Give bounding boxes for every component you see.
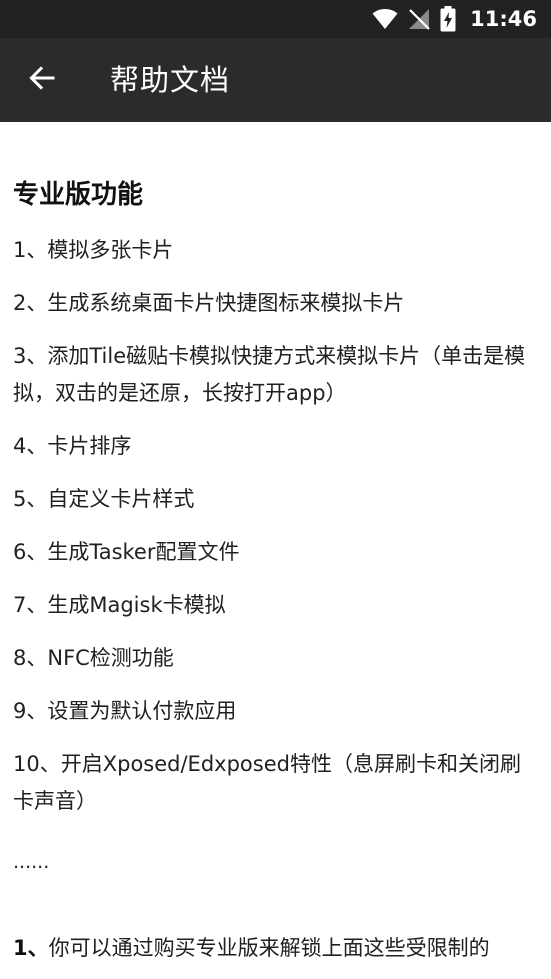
feature-item: 10、开启Xposed/Edxposed特性（息屏刷卡和关闭刷卡声音） — [13, 752, 521, 813]
feature-item: 8、NFC检测功能 — [13, 646, 174, 670]
feature-list: 1、模拟多张卡片 2、生成系统桌面卡片快捷图标来模拟卡片 3、添加Tile磁贴卡… — [13, 232, 533, 836]
feature-item: 5、自定义卡片样式 — [13, 487, 195, 511]
status-icons: 11:46 — [372, 5, 537, 33]
feature-item: 3、添加Tile磁贴卡模拟快捷方式来模拟卡片（单击是模拟，双击的是还原，长按打开… — [13, 344, 526, 405]
status-time: 11:46 — [470, 7, 537, 31]
feature-item: 2、生成系统桌面卡片快捷图标来模拟卡片 — [13, 291, 405, 315]
feature-item: 6、生成Tasker配置文件 — [13, 540, 240, 564]
no-signal-icon — [408, 8, 430, 30]
feature-item: 4、卡片排序 — [13, 434, 132, 458]
note-text: 你可以通过购买专业版来解锁上面这些受限制的 — [48, 936, 490, 960]
back-button[interactable] — [18, 56, 66, 104]
section-title: 专业版功能 — [13, 180, 144, 210]
page-title: 帮助文档 — [110, 63, 231, 97]
ellipsis-text: ...... — [13, 851, 50, 873]
help-content[interactable]: 专业版功能 1、模拟多张卡片 2、生成系统桌面卡片快捷图标来模拟卡片 3、添加T… — [0, 122, 551, 979]
app-bar: 帮助文档 — [0, 38, 551, 122]
feature-item: 1、模拟多张卡片 — [13, 238, 174, 262]
battery-charging-icon — [440, 6, 456, 32]
status-bar: 11:46 — [0, 0, 551, 38]
note-paragraph: 1、你可以通过购买专业版来解锁上面这些受限制的 — [13, 930, 537, 967]
wifi-icon — [372, 8, 398, 30]
feature-item: 7、生成Magisk卡模拟 — [13, 593, 226, 617]
note-number: 1、 — [13, 936, 49, 960]
arrow-left-icon — [29, 65, 55, 95]
feature-item: 9、设置为默认付款应用 — [13, 699, 237, 723]
